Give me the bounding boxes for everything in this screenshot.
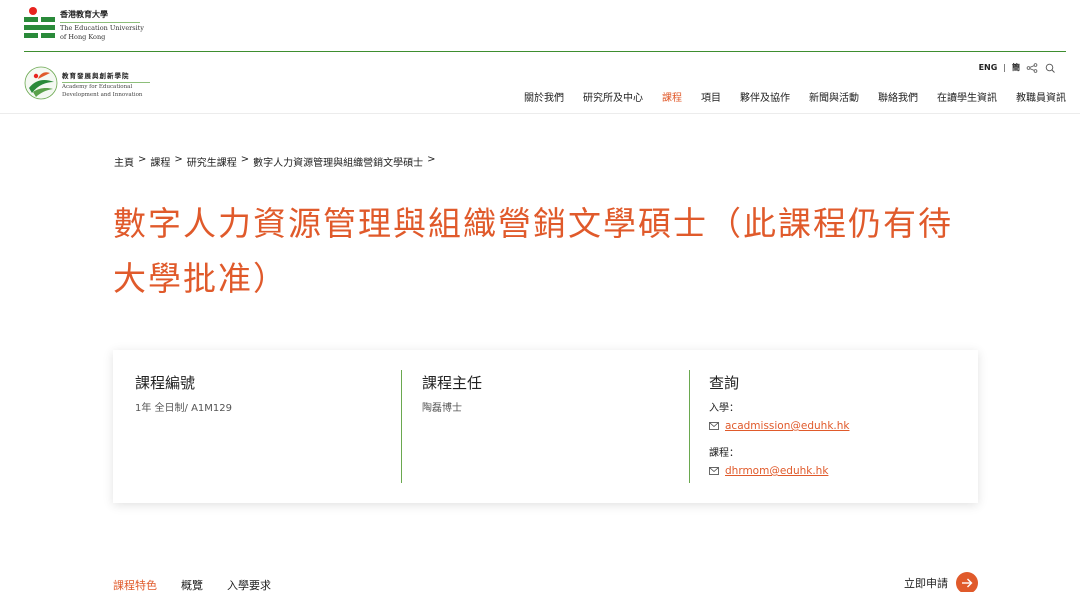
- university-name-zh: 香港教育大學: [60, 9, 140, 23]
- nav-item-current-students[interactable]: 在讀學生資訊: [937, 89, 997, 104]
- main-nav: 關於我們 研究所及中心 課程 項目 夥伴及協作 新聞與活動 聯絡我們 在讀學生資…: [505, 89, 1066, 104]
- tab-features[interactable]: 課程特色: [113, 577, 157, 592]
- academy-logo-icon: [24, 66, 58, 100]
- lang-simplified-link[interactable]: 簡: [1012, 62, 1020, 73]
- search-icon[interactable]: [1044, 63, 1056, 73]
- breadcrumb-separator: >: [138, 154, 147, 165]
- breadcrumb-separator: >: [427, 154, 436, 165]
- academy-name-en-1: Academy for Educational: [62, 84, 133, 90]
- university-header: 香港教育大學 The Education University of Hong …: [0, 0, 1080, 52]
- mail-icon: [709, 467, 719, 475]
- tab-overview[interactable]: 概覽: [181, 577, 203, 592]
- nav-divider: [0, 113, 1080, 114]
- breadcrumb-postgraduate[interactable]: 研究生課程: [187, 154, 237, 169]
- university-name-en-1: The Education University: [60, 24, 144, 32]
- university-name-en-2: of Hong Kong: [60, 33, 106, 41]
- utility-bar: ENG | 簡: [979, 62, 1056, 73]
- programme-director-section: 課程主任 陶磊博士: [422, 372, 482, 414]
- programme-code-value: 1年 全日制/ A1M129: [135, 403, 233, 414]
- admission-email-row: acadmission@eduhk.hk: [709, 420, 849, 432]
- breadcrumb: 主頁 > 課程 > 研究生課程 > 數字人力資源管理與組織營銷文學碩士 >: [114, 154, 436, 169]
- programme-info-card: 課程編號 1年 全日制/ A1M129 課程主任 陶磊博士 查詢 入學： aca…: [113, 350, 978, 503]
- academy-name-en-2: Development and Innovation: [62, 92, 143, 98]
- nav-item-about[interactable]: 關於我們: [524, 89, 564, 104]
- admission-email-link[interactable]: acadmission@eduhk.hk: [725, 420, 849, 432]
- apply-now-button[interactable]: 立即申請: [904, 572, 978, 592]
- page-title: 數字人力資源管理與組織營銷文學碩士（此課程仍有待大學批准）: [113, 204, 953, 298]
- academy-name-zh: 教育發展與創新學院: [62, 70, 150, 83]
- programme-code-heading: 課程編號: [135, 374, 196, 392]
- nav-item-news-events[interactable]: 新聞與活動: [809, 89, 859, 104]
- nav-item-contact[interactable]: 聯絡我們: [878, 89, 918, 104]
- programme-label: 課程：: [709, 448, 739, 459]
- nav-item-partnership[interactable]: 夥伴及協作: [740, 89, 790, 104]
- nav-item-research-centres[interactable]: 研究所及中心: [583, 89, 643, 104]
- share-icon[interactable]: [1026, 62, 1038, 73]
- column-divider: [401, 370, 402, 483]
- arrow-right-icon: [956, 572, 978, 592]
- nav-item-programmes[interactable]: 課程: [662, 89, 682, 104]
- eduhk-logo-icon[interactable]: [24, 6, 56, 40]
- apply-now-label: 立即申請: [904, 577, 948, 590]
- breadcrumb-separator: >: [174, 154, 183, 165]
- column-divider: [689, 370, 690, 483]
- university-name: 香港教育大學 The Education University of Hong …: [60, 9, 144, 41]
- programme-director-value: 陶磊博士: [422, 403, 462, 414]
- section-tabs: 課程特色 概覽 入學要求: [113, 577, 271, 592]
- mail-icon: [709, 422, 719, 430]
- programme-code-section: 課程編號 1年 全日制/ A1M129: [135, 372, 232, 414]
- academy-name: 教育發展與創新學院 Academy for Educational Develo…: [62, 70, 222, 99]
- enquiry-heading: 查詢: [709, 374, 740, 392]
- tab-entrance-requirements[interactable]: 入學要求: [227, 577, 271, 592]
- breadcrumb-home[interactable]: 主頁: [114, 154, 134, 169]
- breadcrumb-separator: >: [240, 154, 250, 165]
- header-divider: [24, 51, 1066, 52]
- programme-email-link[interactable]: dhrmom@eduhk.hk: [725, 465, 828, 477]
- programme-email-row: dhrmom@eduhk.hk: [709, 465, 849, 477]
- breadcrumb-programmes[interactable]: 課程: [150, 154, 170, 169]
- enquiry-section: 查詢 入學： acadmission@eduhk.hk 課程： dhrmom@e…: [709, 372, 849, 489]
- admission-label: 入學：: [709, 403, 739, 414]
- lang-eng-link[interactable]: ENG: [979, 63, 998, 72]
- programme-director-heading: 課程主任: [422, 374, 483, 392]
- nav-item-projects[interactable]: 項目: [701, 89, 721, 104]
- lang-separator: |: [1003, 63, 1006, 72]
- nav-item-staff[interactable]: 教職員資訊: [1016, 89, 1066, 104]
- breadcrumb-current: 數字人力資源管理與組織營銷文學碩士: [253, 158, 424, 169]
